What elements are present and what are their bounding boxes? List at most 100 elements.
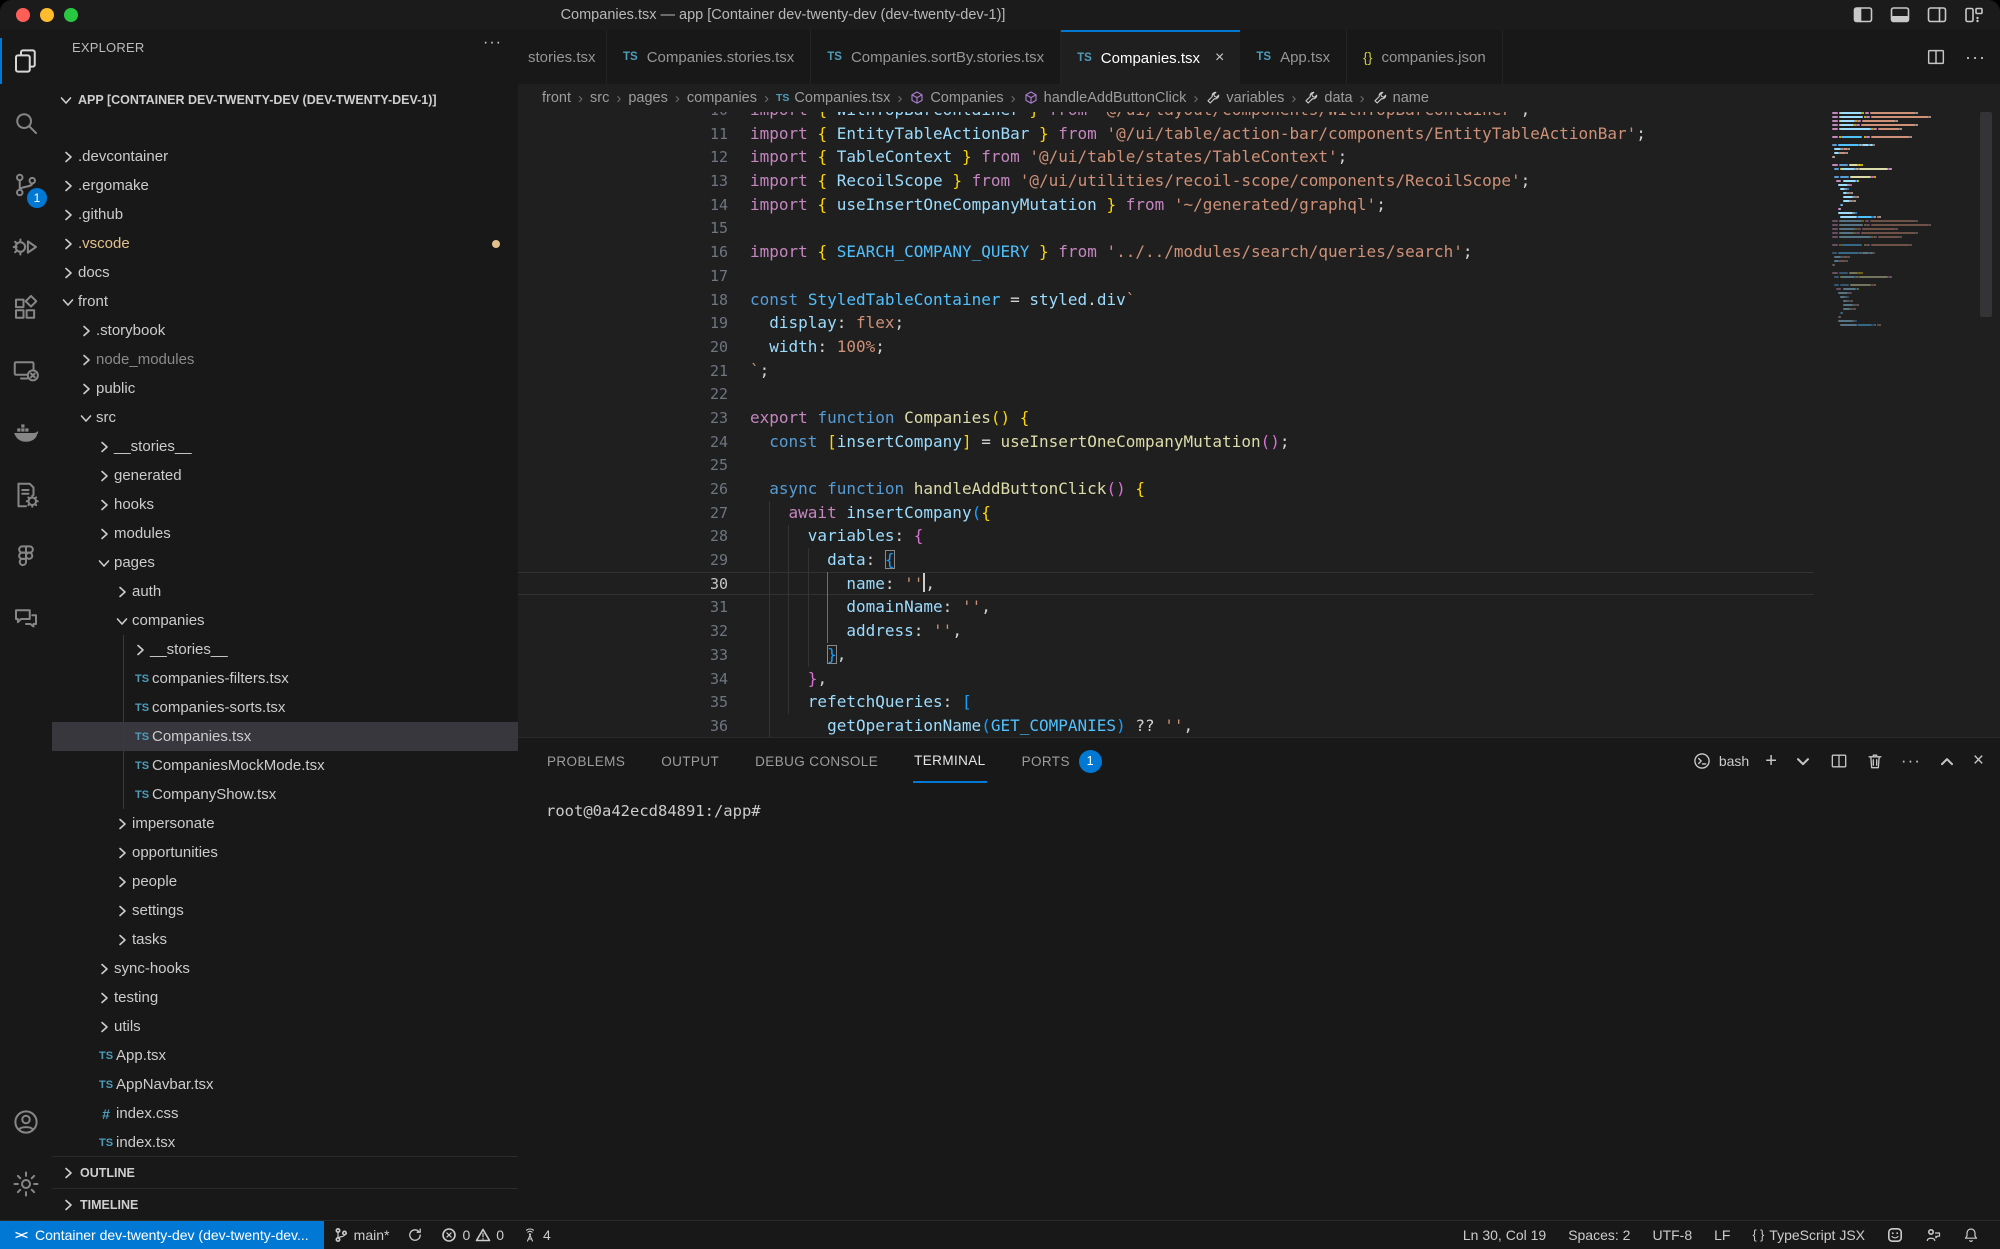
code-line-29[interactable]: 29 data: { (518, 548, 1814, 572)
split-terminal-icon[interactable] (1829, 751, 1849, 771)
code-line-13[interactable]: 13import { RecoilScope } from '@/ui/util… (518, 169, 1814, 193)
tree-folder-people[interactable]: people (52, 867, 518, 896)
tree-folder-opportunities[interactable]: opportunities (52, 838, 518, 867)
tree-folder-__stories__[interactable]: __stories__ (52, 432, 518, 461)
tree-folder-public[interactable]: public (52, 374, 518, 403)
tab-companies.json[interactable]: {}companies.json (1347, 30, 1503, 84)
activitybar-figma[interactable] (0, 526, 52, 588)
tree-folder-hooks[interactable]: hooks (52, 490, 518, 519)
feedback[interactable] (1876, 1221, 1914, 1249)
tree-folder-.github[interactable]: .github (52, 200, 518, 229)
indentation[interactable]: Spaces: 2 (1557, 1221, 1641, 1249)
activitybar-explorer[interactable] (0, 30, 52, 92)
tree-folder-pages[interactable]: pages (52, 548, 518, 577)
breadcrumb-Companies[interactable]: Companies (909, 90, 1003, 106)
activitybar-settings[interactable] (0, 1153, 52, 1215)
breadcrumb-companies[interactable]: companies (687, 90, 757, 106)
code-line-15[interactable]: 15 (518, 216, 1814, 240)
panel-tab-output[interactable]: OUTPUT (660, 741, 720, 782)
code-line-23[interactable]: 23export function Companies() { (518, 406, 1814, 430)
activitybar-docker[interactable] (0, 402, 52, 464)
tree-folder-.devcontainer[interactable]: .devcontainer (52, 142, 518, 171)
branch-status[interactable]: main* (324, 1221, 399, 1249)
panel-tab-ports[interactable]: PORTS1 (1021, 737, 1103, 786)
tree-file-CompanyShow.tsx[interactable]: TSCompanyShow.tsx (52, 780, 518, 809)
tree-folder-node_modules[interactable]: node_modules (52, 345, 518, 374)
sync-status[interactable] (398, 1221, 432, 1249)
maximize-panel-icon[interactable] (1937, 751, 1957, 771)
tree-folder-utils[interactable]: utils (52, 1012, 518, 1041)
feedback-person[interactable] (1914, 1221, 1952, 1249)
language-mode[interactable]: { }TypeScript JSX (1741, 1221, 1876, 1249)
tree-folder-__stories__[interactable]: __stories__ (52, 635, 518, 664)
tab-Companies.sortBy.stories.tsx[interactable]: TSCompanies.sortBy.stories.tsx (811, 30, 1061, 84)
code-line-24[interactable]: 24 const [insertCompany] = useInsertOneC… (518, 430, 1814, 454)
code-line-33[interactable]: 33 }, (518, 643, 1814, 667)
breadcrumb-Companies.tsx[interactable]: TSCompanies.tsx (776, 90, 890, 106)
code-line-22[interactable]: 22 (518, 382, 1814, 406)
editor-scrollbar[interactable] (1980, 112, 1992, 317)
notifications[interactable] (1952, 1221, 1990, 1249)
zoom-window-button[interactable] (64, 8, 78, 22)
code-line-35[interactable]: 35 refetchQueries: [ (518, 690, 1814, 714)
tree-folder-.vscode[interactable]: .vscode (52, 229, 518, 258)
close-tab-icon[interactable]: × (1215, 49, 1224, 67)
code-line-31[interactable]: 31 domainName: '', (518, 595, 1814, 619)
code-editor[interactable]: 10import { WithTopBarContainer } from '@… (518, 112, 2000, 737)
minimize-window-button[interactable] (40, 8, 54, 22)
editor-more-actions-icon[interactable]: ··· (1965, 47, 1986, 68)
terminal-dropdown-icon[interactable] (1793, 751, 1813, 771)
code-line-12[interactable]: 12import { TableContext } from '@/ui/tab… (518, 145, 1814, 169)
breadcrumb-data[interactable]: data (1303, 90, 1352, 106)
close-window-button[interactable] (16, 8, 30, 22)
tree-file-index.tsx[interactable]: TSindex.tsx (52, 1128, 518, 1157)
terminal-shell-selector[interactable]: bash (1692, 751, 1749, 771)
panel-tab-problems[interactable]: PROBLEMS (546, 741, 626, 782)
encoding[interactable]: UTF-8 (1641, 1221, 1703, 1249)
breadcrumb-name[interactable]: name (1372, 90, 1429, 106)
activitybar-source-control[interactable]: 1 (0, 154, 52, 216)
activitybar-search[interactable] (0, 92, 52, 154)
terminal-prompt[interactable]: root@0a42ecd84891:/app# (546, 802, 761, 820)
code-line-26[interactable]: 26 async function handleAddButtonClick()… (518, 477, 1814, 501)
code-line-30[interactable]: 30 name: '', (518, 572, 1814, 596)
tab-App.tsx[interactable]: TSApp.tsx (1240, 30, 1347, 84)
breadcrumb-pages[interactable]: pages (628, 90, 668, 106)
customize-layout-icon[interactable] (1962, 3, 1986, 27)
explorer-more-actions-icon[interactable]: ··· (483, 34, 502, 52)
tree-folder-testing[interactable]: testing (52, 983, 518, 1012)
kill-terminal-icon[interactable] (1865, 751, 1885, 771)
code-line-27[interactable]: 27 await insertCompany({ (518, 501, 1814, 525)
activitybar-extensions[interactable] (0, 278, 52, 340)
activitybar-run-debug[interactable] (0, 216, 52, 278)
tree-folder-modules[interactable]: modules (52, 519, 518, 548)
new-terminal-icon[interactable]: + (1765, 750, 1777, 773)
code-line-18[interactable]: 18const StyledTableContainer = styled.di… (518, 288, 1814, 312)
remote-indicator[interactable]: ><Container dev-twenty-dev (dev-twenty-d… (0, 1221, 324, 1249)
timeline-section[interactable]: TIMELINE (52, 1188, 518, 1221)
tree-folder-generated[interactable]: generated (52, 461, 518, 490)
code-line-11[interactable]: 11import { EntityTableActionBar } from '… (518, 122, 1814, 146)
tree-folder-front[interactable]: front (52, 287, 518, 316)
code-line-28[interactable]: 28 variables: { (518, 524, 1814, 548)
activitybar-container-tools[interactable] (0, 464, 52, 526)
tree-folder-docs[interactable]: docs (52, 258, 518, 287)
tree-file-App.tsx[interactable]: TSApp.tsx (52, 1041, 518, 1070)
code-line-14[interactable]: 14import { useInsertOneCompanyMutation }… (518, 193, 1814, 217)
tree-file-companies-filters.tsx[interactable]: TScompanies-filters.tsx (52, 664, 518, 693)
tree-file-CompaniesMockMode.tsx[interactable]: TSCompaniesMockMode.tsx (52, 751, 518, 780)
tree-folder-tasks[interactable]: tasks (52, 925, 518, 954)
panel-more-actions-icon[interactable]: ··· (1901, 751, 1921, 771)
toggle-panel-icon[interactable] (1888, 3, 1912, 27)
code-line-21[interactable]: 21`; (518, 359, 1814, 383)
outline-section[interactable]: OUTLINE (52, 1156, 518, 1189)
code-line-19[interactable]: 19 display: flex; (518, 311, 1814, 335)
tree-folder-settings[interactable]: settings (52, 896, 518, 925)
tree-folder-auth[interactable]: auth (52, 577, 518, 606)
tree-file-companies-sorts.tsx[interactable]: TScompanies-sorts.tsx (52, 693, 518, 722)
activitybar-accounts[interactable] (0, 1091, 52, 1153)
tree-folder-companies[interactable]: companies (52, 606, 518, 635)
tree-folder-src[interactable]: src (52, 403, 518, 432)
eol-sequence[interactable]: LF (1703, 1221, 1741, 1249)
code-line-32[interactable]: 32 address: '', (518, 619, 1814, 643)
